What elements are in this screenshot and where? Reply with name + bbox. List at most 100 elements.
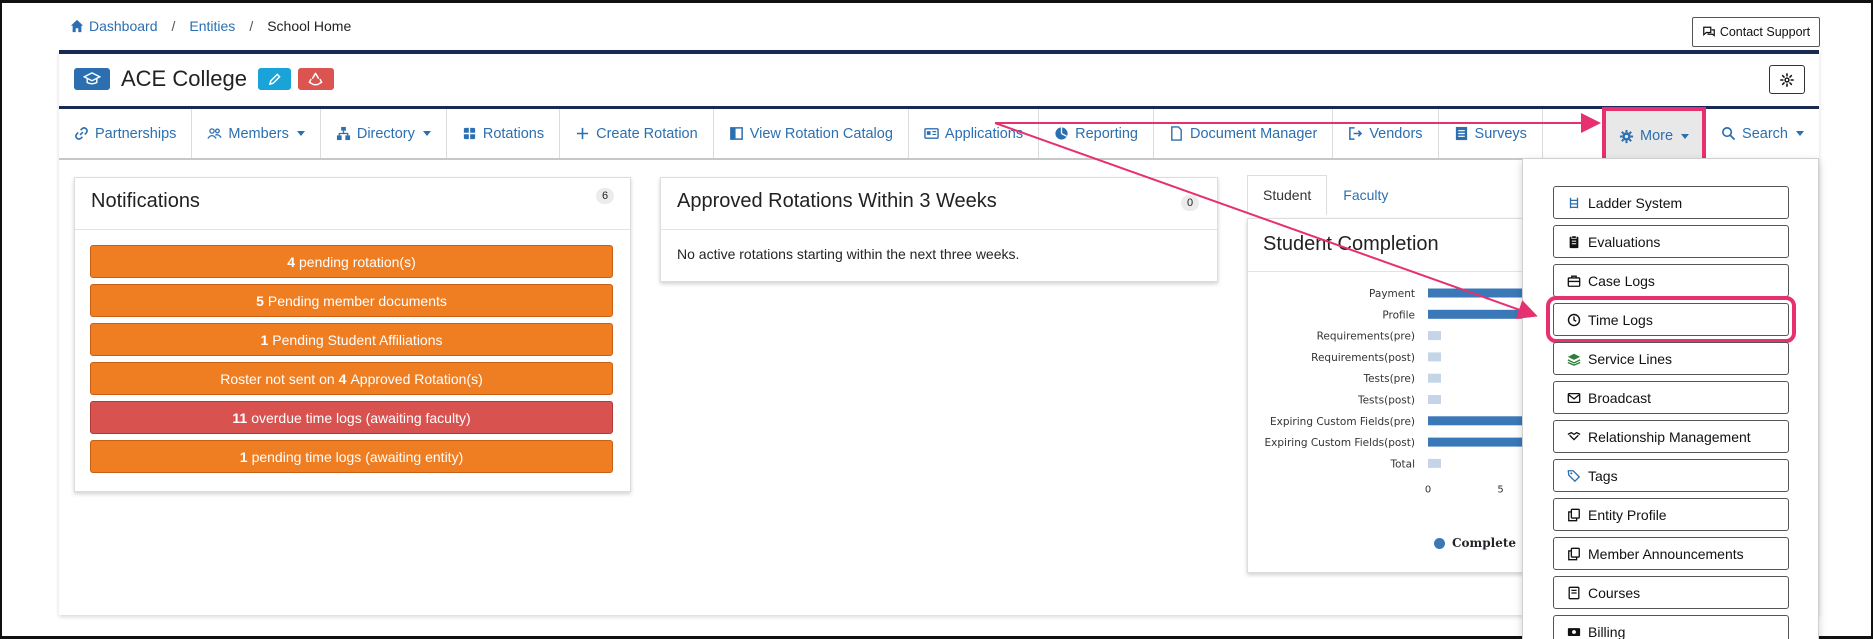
menu-label: Relationship Management <box>1588 428 1751 445</box>
recycle-icon <box>308 72 324 86</box>
book-icon <box>1568 586 1580 599</box>
approved-rotations-panel: Approved Rotations Within 3 Weeks 0 No a… <box>660 177 1218 282</box>
nav-label: Reporting <box>1075 125 1138 142</box>
nav-surveys[interactable]: Surveys <box>1439 109 1543 158</box>
nav-members[interactable]: Members <box>192 109 321 158</box>
notification-count: 4 <box>338 370 347 387</box>
chart-category-label: Tests(pre) <box>1362 373 1415 385</box>
settings-button[interactable] <box>1769 65 1805 94</box>
approved-rotations-count-badge: 0 <box>1181 195 1200 211</box>
notification-text: pending rotation(s) <box>299 253 416 270</box>
nav-label: Applications <box>944 125 1024 142</box>
notification-pending-student-affiliations[interactable]: 1 Pending Student Affiliations <box>90 323 613 356</box>
notification-pending-rotations[interactable]: 4 pending rotation(s) <box>90 245 613 278</box>
nav-label: Partnerships <box>95 125 177 142</box>
menu-label: Billing <box>1588 623 1626 639</box>
copy-icon <box>1568 547 1580 560</box>
nav-reporting[interactable]: Reporting <box>1039 109 1154 158</box>
chart-category-label: Expiring Custom Fields(post) <box>1265 437 1415 449</box>
breadcrumb-dashboard[interactable]: Dashboard <box>89 18 158 34</box>
menu-member-announcements[interactable]: Member Announcements <box>1553 537 1789 570</box>
chart-category-label: Tests(post) <box>1357 395 1415 407</box>
chart-bar <box>1428 352 1441 362</box>
contact-support-button[interactable]: Contact Support <box>1692 17 1820 47</box>
nav-directory[interactable]: Directory <box>321 109 447 158</box>
menu-case-logs[interactable]: Case Logs <box>1553 264 1789 297</box>
notification-text: Pending member documents <box>267 292 447 309</box>
ladder-icon <box>1569 197 1579 208</box>
menu-label: Member Announcements <box>1588 545 1744 562</box>
book-icon <box>729 127 743 140</box>
menu-courses[interactable]: Courses <box>1553 576 1789 609</box>
nav-applications[interactable]: Applications <box>909 109 1040 158</box>
menu-label: Ladder System <box>1588 194 1683 211</box>
chart-icon <box>1055 127 1068 140</box>
nav-label: Vendors <box>1369 125 1423 142</box>
menu-entity-profile[interactable]: Entity Profile <box>1553 498 1789 531</box>
nav-create-rotation[interactable]: Create Rotation <box>560 109 714 158</box>
breadcrumb-separator: / <box>249 18 254 34</box>
menu-label: Time Logs <box>1588 311 1653 328</box>
nav-partnerships[interactable]: Partnerships <box>59 109 193 158</box>
nav-rotations[interactable]: Rotations <box>447 109 561 158</box>
edit-entity-button[interactable] <box>257 68 291 90</box>
notification-text: Approved Rotation(s) <box>350 370 483 387</box>
tab-student[interactable]: Student <box>1247 175 1328 215</box>
link-icon <box>75 127 88 140</box>
sign-out-icon <box>1349 127 1363 140</box>
breadcrumb-separator: / <box>171 18 176 34</box>
breadcrumb-entities[interactable]: Entities <box>189 18 235 34</box>
chart-bar <box>1428 331 1441 341</box>
breadcrumb-current: School Home <box>267 18 352 34</box>
recycle-entity-button[interactable] <box>297 68 334 90</box>
menu-time-logs[interactable]: Time Logs <box>1546 296 1796 343</box>
menu-evaluations[interactable]: Evaluations <box>1553 225 1789 258</box>
notification-pending-time-logs[interactable]: 1 pending time logs (awaiting entity) <box>90 440 613 473</box>
nav-label: View Rotation Catalog <box>749 125 893 142</box>
gear-icon <box>1780 72 1794 87</box>
notification-roster-not-sent[interactable]: Roster not sent on 4 Approved Rotation(s) <box>90 362 613 395</box>
nav-document-manager[interactable]: Document Manager <box>1154 109 1334 158</box>
notification-count: 1 <box>239 448 248 465</box>
menu-billing[interactable]: Billing <box>1553 615 1789 639</box>
money-icon <box>1567 627 1581 636</box>
plus-icon <box>577 127 589 140</box>
menu-ladder-system[interactable]: Ladder System <box>1553 186 1789 219</box>
chart-bar <box>1428 373 1441 383</box>
menu-service-lines[interactable]: Service Lines <box>1553 342 1789 375</box>
menu-label: Case Logs <box>1588 272 1655 289</box>
tags-icon <box>1567 469 1581 482</box>
tab-faculty[interactable]: Faculty <box>1327 175 1404 215</box>
nav-more-label: More <box>1640 128 1674 144</box>
divider <box>75 229 630 230</box>
chart-category-label: Requirements(post) <box>1311 352 1415 364</box>
nav-label: Surveys <box>1474 125 1527 142</box>
nav-more-dropdown[interactable]: More <box>1602 107 1707 165</box>
menu-label: Entity Profile <box>1588 506 1667 523</box>
completion-tabs: Student Faculty <box>1247 175 1404 215</box>
graduation-cap-icon <box>74 68 110 90</box>
layers-icon <box>1567 353 1581 366</box>
id-card-icon <box>924 128 939 139</box>
chart-bar <box>1428 395 1441 404</box>
menu-label: Broadcast <box>1588 389 1652 406</box>
nav-vendors[interactable]: Vendors <box>1333 109 1439 158</box>
notification-pending-member-documents[interactable]: 5 Pending member documents <box>90 284 613 317</box>
grid-icon <box>463 127 475 140</box>
menu-broadcast[interactable]: Broadcast <box>1553 381 1789 414</box>
search-icon <box>1722 127 1736 141</box>
nav-search-dropdown[interactable]: Search <box>1706 109 1819 158</box>
gear-icon <box>1619 129 1634 143</box>
notification-count: 1 <box>260 331 269 348</box>
chart-category-label: Payment <box>1369 288 1415 300</box>
notification-overdue-time-logs[interactable]: 11 overdue time logs (awaiting faculty) <box>90 401 613 434</box>
more-dropdown-menu: Ladder System Evaluations Case Logs Time… <box>1522 158 1819 639</box>
chart-category-label: Profile <box>1382 309 1415 321</box>
menu-relationship-management[interactable]: Relationship Management <box>1553 420 1789 453</box>
menu-tags[interactable]: Tags <box>1553 459 1789 492</box>
nav-view-rotation-catalog[interactable]: View Rotation Catalog <box>714 109 909 158</box>
handshake-icon <box>1567 431 1581 441</box>
legend-dot-icon <box>1434 537 1445 549</box>
nav-label: Create Rotation <box>596 125 698 142</box>
